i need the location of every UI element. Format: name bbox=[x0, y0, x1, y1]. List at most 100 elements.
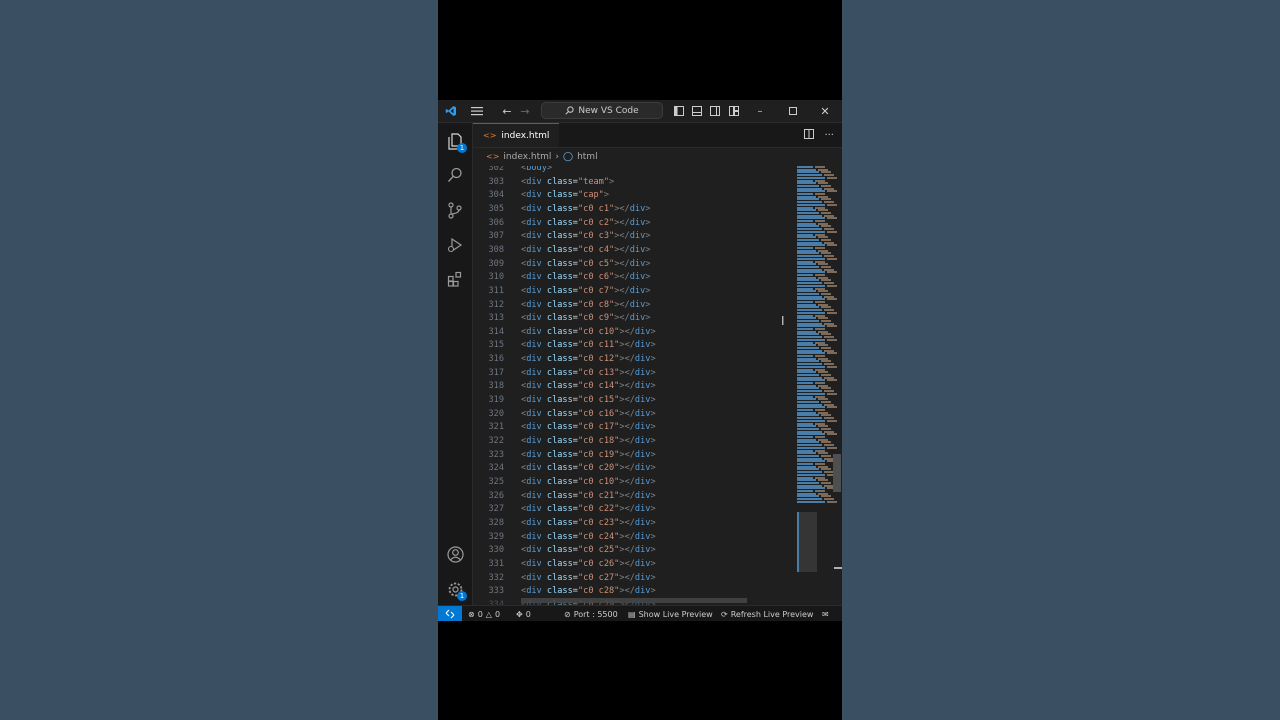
code-line[interactable]: 318 <div class="c0 c14"></div> bbox=[473, 380, 791, 394]
show-live-preview[interactable]: ▤ Show Live Preview bbox=[628, 606, 713, 621]
tag-name: div bbox=[526, 203, 542, 214]
toggle-panel-icon[interactable] bbox=[690, 100, 704, 122]
remote-indicator-icon[interactable] bbox=[438, 606, 462, 621]
code-line[interactable]: 328 <div class="c0 c23"></div> bbox=[473, 517, 791, 531]
code-line[interactable]: 330 <div class="c0 c25"></div> bbox=[473, 544, 791, 558]
source-control-icon[interactable] bbox=[445, 200, 465, 220]
code-line[interactable]: 333 <div class="c0 c28"></div> bbox=[473, 585, 791, 599]
minimap-line bbox=[818, 438, 828, 441]
minimap-line bbox=[797, 344, 816, 347]
live-server-port[interactable]: ⊘ Port : 5500 bbox=[564, 606, 618, 621]
code-line[interactable]: 320 <div class="c0 c16"></div> bbox=[473, 408, 791, 422]
attribute-name: class bbox=[546, 517, 573, 528]
attribute-value: "c0 c27" bbox=[577, 572, 620, 583]
code-line[interactable]: 319 <div class="c0 c15"></div> bbox=[473, 394, 791, 408]
manage-gear-icon[interactable]: 1 bbox=[445, 579, 467, 601]
code-line[interactable]: 331 <div class="c0 c26"></div> bbox=[473, 558, 791, 572]
code-line[interactable]: 305 <div class="c0 c1"></div> bbox=[473, 203, 791, 217]
code-line[interactable]: 325 <div class="c0 c10"></div> bbox=[473, 476, 791, 490]
refresh-preview-label: Refresh Live Preview bbox=[730, 609, 814, 619]
customize-layout-icon[interactable] bbox=[727, 100, 741, 122]
minimap-line bbox=[827, 419, 837, 422]
code-line[interactable]: 314 <div class="c0 c10"></div> bbox=[473, 326, 791, 340]
minimap-line bbox=[827, 298, 837, 301]
ports-status[interactable]: ✥ 0 bbox=[516, 606, 531, 621]
code-line[interactable]: 307 <div class="c0 c3"></div> bbox=[473, 230, 791, 244]
code-line[interactable]: 302 <body> bbox=[473, 166, 791, 176]
minimap-viewport-slider[interactable] bbox=[797, 512, 817, 572]
code-line[interactable]: 312 <div class="c0 c8"></div> bbox=[473, 299, 791, 313]
code-line[interactable]: 317 <div class="c0 c13"></div> bbox=[473, 367, 791, 381]
command-center-search[interactable]: New VS Code bbox=[541, 102, 663, 119]
attribute-name: class bbox=[546, 203, 573, 214]
minimap-line bbox=[797, 274, 813, 276]
minimap-line bbox=[797, 187, 822, 190]
minimize-icon[interactable]: – bbox=[753, 100, 767, 122]
code-line[interactable]: 313 <div class="c0 c9"></div> bbox=[473, 312, 791, 326]
code-line[interactable]: 310 <div class="c0 c6"></div> bbox=[473, 271, 791, 285]
code-line[interactable]: 316 <div class="c0 c12"></div> bbox=[473, 353, 791, 367]
tag-bracket: </ bbox=[619, 258, 630, 269]
code-line[interactable]: 327 <div class="c0 c22"></div> bbox=[473, 503, 791, 517]
code-line[interactable]: 306 <div class="c0 c2"></div> bbox=[473, 217, 791, 231]
run-debug-icon[interactable] bbox=[445, 235, 465, 255]
code-editor[interactable]: 334<div class="c0 c29"></div>333<div cla… bbox=[473, 166, 791, 605]
split-editor-icon[interactable] bbox=[804, 128, 815, 142]
refresh-live-preview[interactable]: ⟳ Refresh Live Preview bbox=[721, 606, 813, 621]
attribute-value: "c0 c4" bbox=[577, 244, 615, 255]
tab-index-html[interactable]: <> index.html bbox=[473, 123, 559, 147]
code-line[interactable]: 326 <div class="c0 c21"></div> bbox=[473, 490, 791, 504]
horizontal-scrollbar[interactable] bbox=[521, 598, 747, 603]
breadcrumb-file[interactable]: index.html bbox=[503, 152, 551, 162]
code-line[interactable]: 308 <div class="c0 c4"></div> bbox=[473, 244, 791, 258]
more-actions-icon[interactable]: ··· bbox=[824, 130, 834, 141]
close-icon[interactable]: ✕ bbox=[818, 100, 832, 122]
attribute-name: class bbox=[546, 504, 573, 515]
minimap-line bbox=[797, 341, 813, 344]
breadcrumb-symbol[interactable]: html bbox=[577, 152, 598, 162]
code-line[interactable]: 304 <div class="cap"> bbox=[473, 189, 791, 203]
tag-name: div bbox=[526, 176, 542, 187]
toggle-secondary-sidebar-icon[interactable] bbox=[708, 100, 722, 122]
attribute-value: "c0 c9" bbox=[577, 313, 615, 324]
minimap-line bbox=[797, 325, 825, 328]
code-line[interactable]: 321 <div class="c0 c17"></div> bbox=[473, 421, 791, 435]
minimap-line bbox=[797, 392, 825, 395]
back-arrow-icon[interactable]: ← bbox=[500, 100, 514, 122]
maximize-icon[interactable] bbox=[786, 100, 800, 122]
minimap-line bbox=[797, 284, 825, 287]
notifications-bell-icon[interactable]: ✉ bbox=[822, 606, 829, 621]
video-frame: ← → New VS Code – ✕ 1 1 <> index.html ··… bbox=[438, 0, 842, 720]
vertical-scrollbar[interactable] bbox=[833, 454, 841, 492]
code-line[interactable]: 329 <div class="c0 c24"></div> bbox=[473, 531, 791, 545]
tag-name: div bbox=[526, 313, 542, 324]
attribute-name: class bbox=[546, 463, 573, 474]
minimap-line bbox=[797, 176, 825, 179]
explorer-icon[interactable]: 1 bbox=[445, 131, 467, 153]
minimap-line bbox=[824, 174, 834, 177]
forward-arrow-icon[interactable]: → bbox=[518, 100, 532, 122]
code-line[interactable]: 322 <div class="c0 c18"></div> bbox=[473, 435, 791, 449]
code-line[interactable]: 303 <div class="team"> bbox=[473, 176, 791, 190]
code-line[interactable]: 332 <div class="c0 c27"></div> bbox=[473, 572, 791, 586]
minimap-line bbox=[815, 287, 825, 290]
code-line[interactable]: 323 <div class="c0 c19"></div> bbox=[473, 449, 791, 463]
search-icon[interactable] bbox=[445, 165, 465, 185]
extensions-icon[interactable] bbox=[445, 269, 465, 289]
accounts-icon[interactable] bbox=[445, 544, 465, 564]
status-bar: ⊗ 0 △ 0 ✥ 0 ⊘ Port : 5500 ▤ Show Live Pr… bbox=[438, 605, 842, 621]
code-line[interactable]: 315 <div class="c0 c11"></div> bbox=[473, 339, 791, 353]
menu-icon[interactable] bbox=[468, 100, 486, 122]
minimap-line bbox=[797, 387, 819, 390]
tag-name: div bbox=[526, 463, 542, 474]
minimap-line bbox=[815, 395, 825, 398]
code-line[interactable]: 324 <div class="c0 c20"></div> bbox=[473, 462, 791, 476]
problems-status[interactable]: ⊗ 0 △ 0 bbox=[468, 606, 500, 621]
minimap-line bbox=[797, 454, 819, 457]
minimap[interactable] bbox=[795, 166, 837, 605]
code-line[interactable]: 311 <div class="c0 c7"></div> bbox=[473, 285, 791, 299]
minimap-line bbox=[827, 271, 837, 274]
minimap-line bbox=[797, 438, 816, 441]
code-line[interactable]: 309 <div class="c0 c5"></div> bbox=[473, 258, 791, 272]
toggle-primary-sidebar-icon[interactable] bbox=[672, 100, 686, 122]
